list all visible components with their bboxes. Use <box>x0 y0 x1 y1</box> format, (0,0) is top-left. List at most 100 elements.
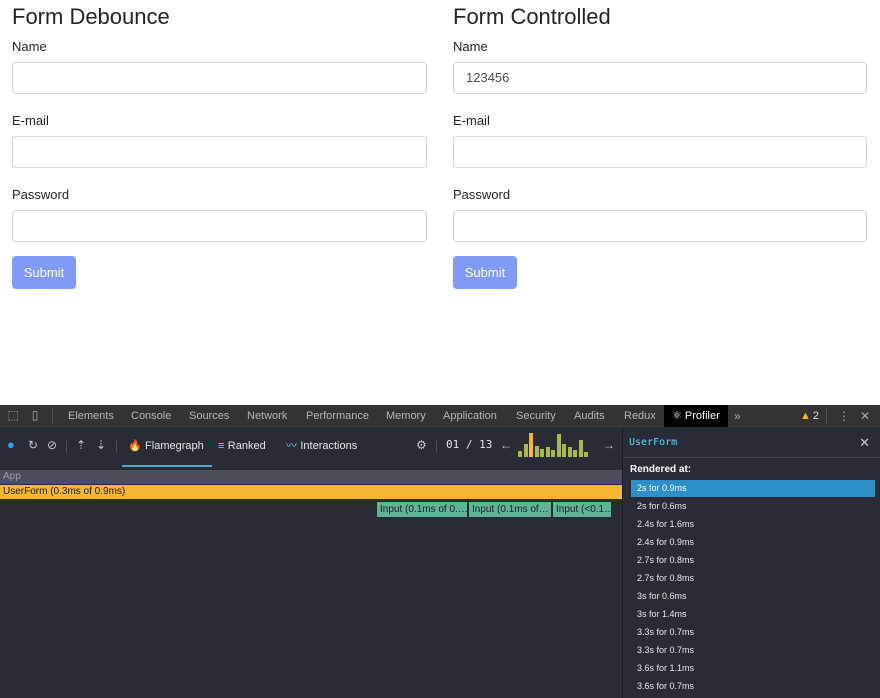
ranked-icon: ≡ <box>218 440 225 452</box>
next-commit-icon[interactable]: → <box>603 437 615 453</box>
submit-button[interactable]: Submit <box>12 256 76 289</box>
tab-ranked-label: Ranked <box>227 440 266 452</box>
render-item[interactable]: 2.7s for 0.8ms <box>631 552 875 569</box>
tabbar-divider <box>52 409 53 423</box>
selected-component-name: UserForm <box>629 437 678 448</box>
commit-side-panel: UserForm ✕ Rendered at: 2s for 0.9ms 2s … <box>622 427 880 698</box>
tab-audits[interactable]: Audits <box>574 405 605 427</box>
tab-flamegraph[interactable]: 🔥 Flamegraph <box>128 437 204 453</box>
toolbar-divider <box>116 439 117 453</box>
flame-node-userform[interactable]: UserForm (0.3ms of 0.9ms) <box>0 485 622 499</box>
commit-bar[interactable] <box>578 440 583 457</box>
commit-bar[interactable] <box>551 450 555 457</box>
tab-network[interactable]: Network <box>247 405 287 427</box>
commit-bar-chart[interactable] <box>518 433 590 457</box>
commit-bar[interactable] <box>540 449 544 457</box>
render-item[interactable]: 3.6s for 0.7ms <box>631 678 875 695</box>
email-label: E-mail <box>453 113 490 128</box>
settings-gear-icon[interactable]: ⚙ <box>416 437 427 453</box>
name-input[interactable]: 123456 <box>453 62 867 94</box>
password-label: Password <box>12 187 70 202</box>
device-toolbar-icon[interactable]: ▯ <box>28 408 42 422</box>
tab-profiler[interactable]: ⚛ Profiler <box>664 405 728 427</box>
password-input[interactable] <box>12 210 427 242</box>
tab-memory[interactable]: Memory <box>386 405 426 427</box>
toolbar-divider <box>66 439 67 453</box>
toolbar-divider <box>436 439 437 453</box>
form-controlled-title: Form Controlled <box>453 4 611 29</box>
react-icon: ⚛ <box>672 410 685 422</box>
commit-bar[interactable] <box>567 447 572 457</box>
commit-bar[interactable] <box>584 452 588 457</box>
submit-button[interactable]: Submit <box>453 256 517 289</box>
inspect-element-icon[interactable]: ⬚ <box>6 408 20 422</box>
tab-performance[interactable]: Performance <box>306 405 369 427</box>
email-input[interactable] <box>453 136 867 168</box>
render-item[interactable]: 3.3s for 0.7ms <box>631 642 875 659</box>
reload-profile-icon[interactable]: ↻ <box>28 437 38 453</box>
load-profile-icon[interactable]: ⇡ <box>76 437 86 453</box>
render-item[interactable]: 3.6s for 1.1ms <box>631 660 875 677</box>
password-label: Password <box>453 187 511 202</box>
render-item[interactable]: 2s for 0.9ms <box>631 480 875 497</box>
commit-bar[interactable] <box>573 450 577 457</box>
warning-badge[interactable]: ▲ 2 <box>800 405 819 427</box>
tab-interactions[interactable]: 〰 Interactions <box>286 437 357 453</box>
render-item[interactable]: 3.3s for 0.7ms <box>631 624 875 641</box>
close-devtools-icon[interactable]: ✕ <box>860 405 870 427</box>
interactions-icon: 〰 <box>286 440 297 452</box>
tab-ranked[interactable]: ≡ Ranked <box>218 437 266 453</box>
rendered-at-label: Rendered at: <box>630 464 692 475</box>
warning-count: 2 <box>812 410 820 422</box>
commit-counter: 01 / 13 <box>446 438 493 451</box>
render-item[interactable]: 2.7s for 0.8ms <box>631 570 875 587</box>
flamegraph: App UserForm (0.3ms of 0.9ms) Input (0.1… <box>0 467 622 698</box>
profiler-toolbar: ● ↻ ⊘ ⇡ ⇣ 🔥 Flamegraph ≡ Ranked 〰 Intera… <box>0 427 622 467</box>
devtools-tabbar: ⬚ ▯ Elements Console Sources Network Per… <box>0 405 880 427</box>
commit-bar[interactable] <box>556 434 561 457</box>
form-debounce-title: Form Debounce <box>12 4 170 29</box>
tabbar-divider <box>826 409 827 423</box>
flame-node-input[interactable]: Input (<0.1… <box>553 502 612 517</box>
commit-bar[interactable] <box>545 447 550 457</box>
devtools-panel: ⬚ ▯ Elements Console Sources Network Per… <box>0 405 880 698</box>
tab-application[interactable]: Application <box>443 405 497 427</box>
tab-elements[interactable]: Elements <box>68 405 114 427</box>
name-label: Name <box>453 39 488 54</box>
prev-commit-icon[interactable]: ← <box>500 437 512 453</box>
tab-flamegraph-label: Flamegraph <box>145 440 204 452</box>
email-input[interactable] <box>12 136 427 168</box>
flame-node-input[interactable]: Input (0.1ms of… <box>469 502 552 517</box>
tab-console[interactable]: Console <box>131 405 171 427</box>
name-label: Name <box>12 39 47 54</box>
email-label: E-mail <box>12 113 49 128</box>
close-panel-icon[interactable]: ✕ <box>859 435 870 451</box>
tab-interactions-label: Interactions <box>300 440 358 452</box>
tab-sources[interactable]: Sources <box>189 405 229 427</box>
kebab-menu-icon[interactable]: ⋮ <box>838 405 850 427</box>
render-item[interactable]: 2.4s for 0.9ms <box>631 534 875 551</box>
tab-profiler-label: Profiler <box>684 410 720 422</box>
password-input[interactable] <box>453 210 867 242</box>
commit-bar[interactable] <box>518 451 522 457</box>
panel-divider <box>623 457 880 458</box>
commit-bar[interactable] <box>523 444 528 457</box>
flame-icon: 🔥 <box>128 440 142 452</box>
name-input[interactable] <box>12 62 427 94</box>
clear-profile-icon[interactable]: ⊘ <box>47 437 57 453</box>
render-item[interactable]: 2.4s for 1.6ms <box>631 516 875 533</box>
record-icon[interactable]: ● <box>7 437 15 453</box>
commit-bar[interactable] <box>534 446 539 457</box>
tab-redux[interactable]: Redux <box>624 405 656 427</box>
render-item[interactable]: 3s for 0.6ms <box>631 588 875 605</box>
render-item[interactable]: 3s for 1.4ms <box>631 606 875 623</box>
commit-bar[interactable] <box>562 444 566 457</box>
render-item[interactable]: 2s for 0.6ms <box>631 498 875 515</box>
flame-node-app[interactable]: App <box>0 470 622 484</box>
save-profile-icon[interactable]: ⇣ <box>96 437 106 453</box>
flame-node-input[interactable]: Input (0.1ms of 0.… <box>377 502 468 517</box>
tab-security[interactable]: Security <box>516 405 556 427</box>
more-tabs-icon[interactable]: » <box>734 405 741 427</box>
commit-bar[interactable] <box>529 433 533 457</box>
warning-icon: ▲ <box>800 410 811 422</box>
